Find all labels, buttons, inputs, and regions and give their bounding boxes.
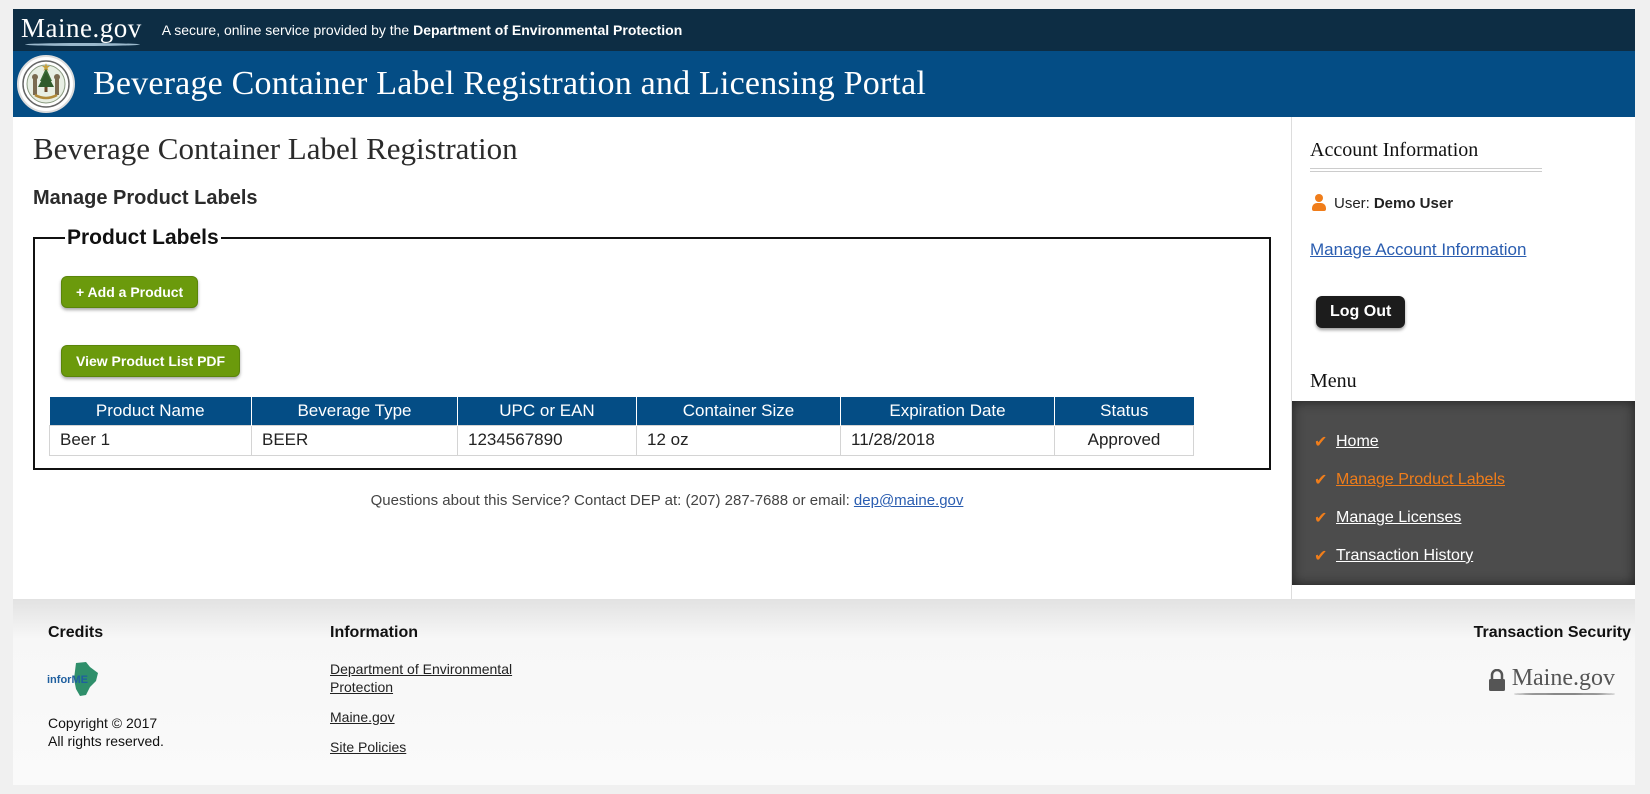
tagline: A secure, online service provided by the… bbox=[162, 22, 683, 38]
cell-status: Approved bbox=[1054, 424, 1194, 456]
cell-beverage-type: BEER bbox=[251, 424, 458, 456]
cell-upc: 1234567890 bbox=[457, 424, 637, 456]
user-name: Demo User bbox=[1373, 194, 1454, 212]
sidebar-menu: ✔ Home ✔ Manage Product Labels ✔ Manage … bbox=[1292, 401, 1635, 585]
logout-button[interactable]: Log Out bbox=[1316, 296, 1406, 328]
rights-line: All rights reserved. bbox=[48, 733, 164, 749]
content-area: Beverage Container Label Registration Ma… bbox=[13, 117, 1635, 599]
portal-title: Beverage Container Label Registration an… bbox=[93, 65, 927, 102]
add-product-button[interactable]: + Add a Product bbox=[61, 276, 199, 308]
menu-item-manage-product-labels[interactable]: ✔ Manage Product Labels bbox=[1314, 461, 1635, 499]
table-header-row: Product Name Beverage Type UPC or EAN Co… bbox=[49, 397, 1194, 425]
menu-item-transaction-history[interactable]: ✔ Transaction History bbox=[1314, 537, 1635, 575]
manage-account-link[interactable]: Manage Account Information bbox=[1310, 240, 1635, 260]
informe-logo-text: inforME bbox=[47, 674, 88, 686]
menu-item-label[interactable]: Home bbox=[1336, 433, 1379, 451]
column-header-expiration-date[interactable]: Expiration Date bbox=[840, 397, 1055, 425]
information-heading: Information bbox=[330, 624, 418, 641]
cell-container-size: 12 oz bbox=[636, 424, 841, 456]
tagline-prefix: A secure, online service provided by the bbox=[161, 22, 410, 38]
contact-text: Questions about this Service? Contact DE… bbox=[370, 492, 850, 509]
account-information-title: Account Information bbox=[1310, 139, 1542, 172]
column-header-container-size[interactable]: Container Size bbox=[636, 397, 841, 425]
table-row[interactable]: Beer 1 BEER 1234567890 12 oz 11/28/2018 … bbox=[49, 424, 1194, 456]
column-header-status[interactable]: Status bbox=[1054, 397, 1194, 425]
portal-banner: Beverage Container Label Registration an… bbox=[13, 51, 1635, 117]
footer-link-maine-gov[interactable]: Maine.gov bbox=[330, 708, 395, 726]
column-header-upc[interactable]: UPC or EAN bbox=[457, 397, 637, 425]
informe-logo[interactable]: inforME bbox=[46, 661, 102, 697]
column-header-beverage-type[interactable]: Beverage Type bbox=[251, 397, 458, 425]
check-icon: ✔ bbox=[1314, 510, 1328, 527]
page-title: Beverage Container Label Registration bbox=[33, 131, 518, 166]
menu-item-manage-licenses[interactable]: ✔ Manage Licenses bbox=[1314, 499, 1635, 537]
footer: Credits inforME Copyright © 2017 All rig… bbox=[13, 599, 1635, 785]
footer-link-dep[interactable]: Department of Environmental Protection bbox=[330, 660, 530, 696]
fieldset-legend: Product Labels bbox=[67, 226, 219, 249]
copyright: Copyright © 2017 All rights reserved. bbox=[48, 714, 164, 750]
check-icon: ✔ bbox=[1314, 548, 1328, 565]
state-seal-icon bbox=[17, 55, 75, 113]
user-prefix: User: bbox=[1334, 194, 1370, 212]
check-icon: ✔ bbox=[1314, 472, 1328, 489]
main-panel: Beverage Container Label Registration Ma… bbox=[13, 117, 1291, 599]
user-icon bbox=[1310, 194, 1328, 212]
check-icon: ✔ bbox=[1314, 434, 1328, 451]
maine-gov-logo[interactable]: Maine.gov bbox=[21, 14, 142, 46]
menu-item-home[interactable]: ✔ Home bbox=[1314, 423, 1635, 461]
sidebar: Account Information User: Demo User Mana… bbox=[1291, 117, 1635, 599]
lock-icon bbox=[1489, 669, 1505, 691]
cell-expiration-date: 11/28/2018 bbox=[840, 424, 1055, 456]
transaction-security-heading: Transaction Security bbox=[1473, 624, 1631, 641]
menu-item-label[interactable]: Transaction History bbox=[1336, 547, 1473, 565]
contact-line: Questions about this Service? Contact DE… bbox=[63, 492, 1271, 509]
product-table: Product Name Beverage Type UPC or EAN Co… bbox=[49, 397, 1194, 456]
tagline-agency: Department of Environmental Protection bbox=[413, 22, 683, 38]
menu-item-label[interactable]: Manage Product Labels bbox=[1336, 471, 1505, 489]
user-line: User: Demo User bbox=[1310, 194, 1635, 212]
footer-maine-gov-logo[interactable]: Maine.gov bbox=[1512, 665, 1616, 695]
view-product-list-pdf-button[interactable]: View Product List PDF bbox=[61, 345, 241, 377]
menu-item-label[interactable]: Manage Licenses bbox=[1336, 509, 1461, 527]
copyright-line: Copyright © 2017 bbox=[48, 715, 158, 731]
footer-link-site-policies[interactable]: Site Policies bbox=[330, 738, 406, 756]
menu-title: Menu bbox=[1310, 370, 1357, 392]
column-header-product-name[interactable]: Product Name bbox=[49, 397, 252, 425]
cell-product-name: Beer 1 bbox=[49, 424, 252, 456]
top-bar: Maine.gov A secure, online service provi… bbox=[13, 9, 1635, 51]
credits-heading: Credits bbox=[48, 624, 104, 641]
section-title: Manage Product Labels bbox=[33, 187, 258, 209]
product-labels-fieldset: Product Labels + Add a Product View Prod… bbox=[33, 226, 1271, 470]
page: Maine.gov A secure, online service provi… bbox=[13, 9, 1635, 785]
contact-email-link[interactable]: dep@maine.gov bbox=[854, 492, 963, 509]
